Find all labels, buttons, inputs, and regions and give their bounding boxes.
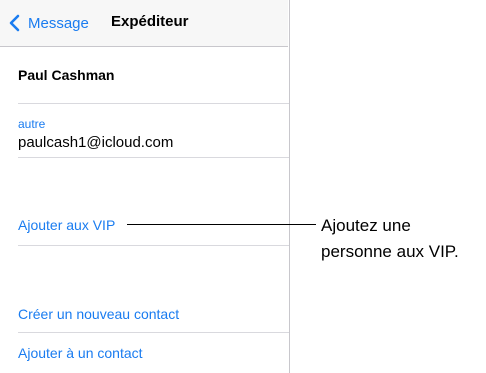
navigation-bar: Message Expéditeur xyxy=(0,0,288,47)
page-title: Expéditeur xyxy=(111,13,189,30)
contact-name: Paul Cashman xyxy=(18,67,115,83)
callout-line-1: Ajoutez une xyxy=(321,216,411,235)
add-to-vip-button[interactable]: Ajouter aux VIP xyxy=(18,217,115,233)
callout-text: Ajoutez une personne aux VIP. xyxy=(321,213,459,265)
create-new-contact-button[interactable]: Créer un nouveau contact xyxy=(18,306,179,322)
email-value[interactable]: paulcash1@icloud.com xyxy=(18,134,173,151)
sender-screen: Message Expéditeur Paul Cashman autre pa… xyxy=(0,0,290,373)
chevron-left-icon xyxy=(9,14,20,32)
divider xyxy=(18,157,290,158)
callout-line xyxy=(127,224,316,225)
divider xyxy=(18,103,290,104)
add-to-contact-button[interactable]: Ajouter à un contact xyxy=(18,345,143,361)
callout-line-2: personne aux VIP. xyxy=(321,242,459,261)
back-button-label: Message xyxy=(28,14,89,32)
divider xyxy=(18,245,290,246)
screen-edge xyxy=(289,0,290,373)
back-button[interactable]: Message xyxy=(8,11,89,35)
email-label: autre xyxy=(18,117,46,131)
divider xyxy=(18,332,290,333)
